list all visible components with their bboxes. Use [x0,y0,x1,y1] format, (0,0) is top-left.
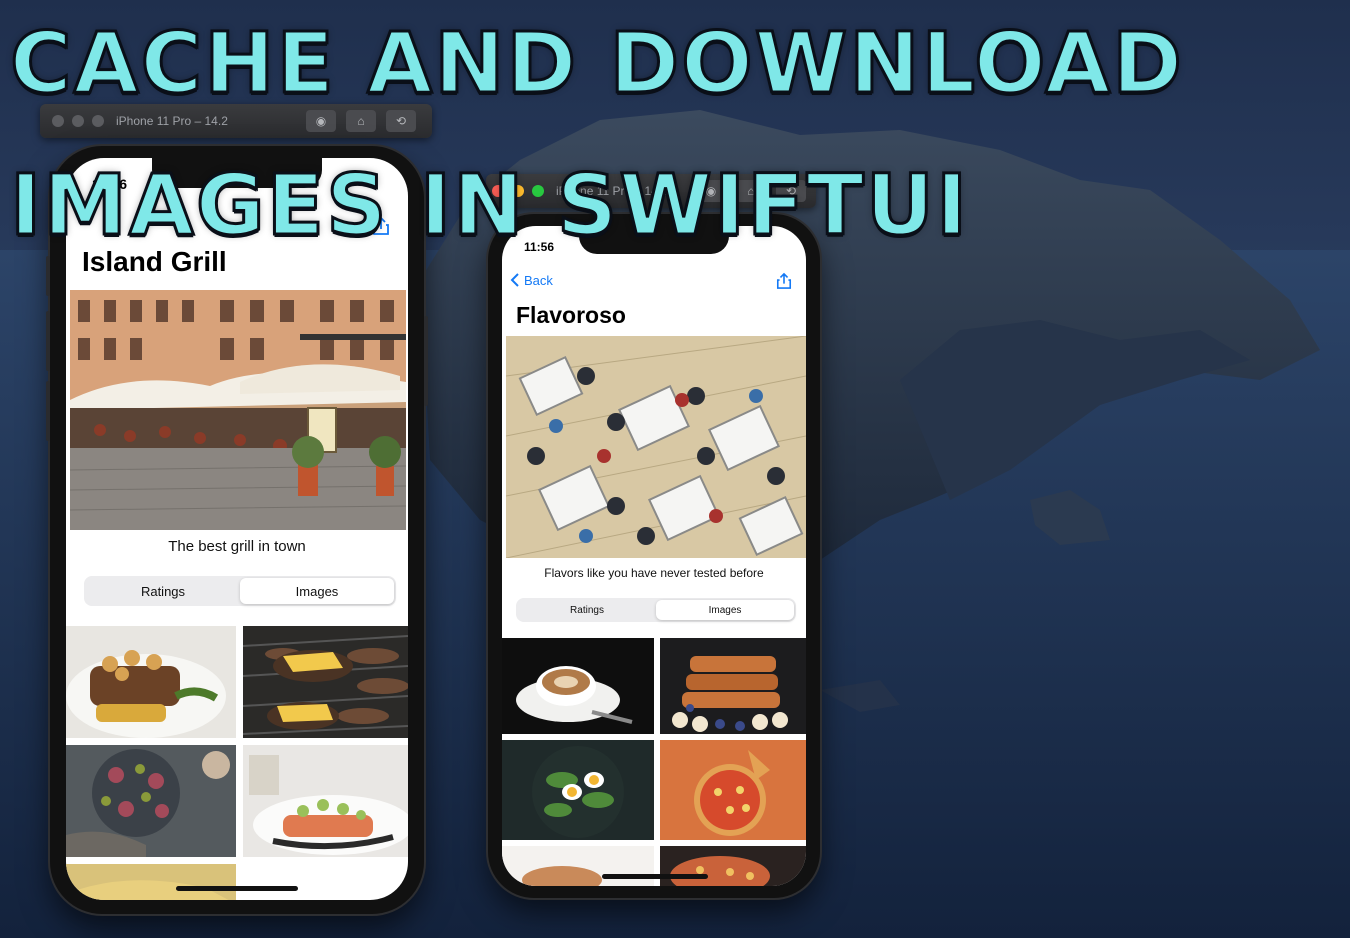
segmented-control: Ratings Images [84,576,396,606]
segment-ratings[interactable]: Ratings [86,578,240,604]
food-image-tile[interactable] [66,626,236,738]
iphone-left: 11:56 Island Grill The best grill in tow… [46,146,428,914]
hero-image [70,290,406,530]
camera-icon[interactable]: ◉ [306,110,336,132]
back-button[interactable]: Back [510,272,553,288]
food-image-tile[interactable] [66,745,236,857]
window-maximize-button[interactable] [92,115,104,127]
volume-button [46,381,50,441]
food-image-tile[interactable] [66,864,236,900]
phone-screen: 11:56 Back Flavoroso Flavors like you ha… [502,226,806,886]
chevron-left-icon [510,273,519,287]
food-image-tile[interactable] [660,638,806,734]
home-indicator[interactable] [176,886,298,891]
rotate-icon[interactable]: ⟲ [386,110,416,132]
restaurant-title: Flavoroso [516,302,626,328]
window-minimize-button[interactable] [72,115,84,127]
headline-line-2: IMAGES IN SWIFTUI [8,155,970,256]
segment-images[interactable]: Images [240,578,394,604]
segmented-control: Ratings Images [516,598,796,622]
restaurant-description: Flavors like you have never tested befor… [544,566,764,580]
iphone-right: 11:56 Back Flavoroso Flavors like you ha… [488,214,820,898]
restaurant-description: The best grill in town [168,538,306,555]
food-image-tile[interactable] [502,740,654,840]
food-image-tile[interactable] [502,846,654,886]
food-image-tile[interactable] [243,745,408,857]
share-icon[interactable] [776,272,792,290]
food-image-tile[interactable] [660,846,806,886]
home-icon[interactable]: ⌂ [346,110,376,132]
power-button [424,316,428,406]
simulator-window-title: iPhone 11 Pro – 14.2 [116,114,228,128]
volume-button [46,311,50,371]
food-image-tile[interactable] [660,740,806,840]
back-label: Back [524,272,553,288]
segment-images[interactable]: Images [656,600,794,620]
food-image-tile[interactable] [502,638,654,734]
headline-line-1: CACHE AND DOWNLOAD [8,13,1185,114]
hero-image [506,336,806,558]
window-close-button[interactable] [52,115,64,127]
volume-button [46,256,50,296]
home-indicator[interactable] [602,874,708,879]
segment-ratings[interactable]: Ratings [518,600,656,620]
food-image-tile[interactable] [243,626,408,738]
phone-screen: 11:56 Island Grill The best grill in tow… [66,158,408,900]
